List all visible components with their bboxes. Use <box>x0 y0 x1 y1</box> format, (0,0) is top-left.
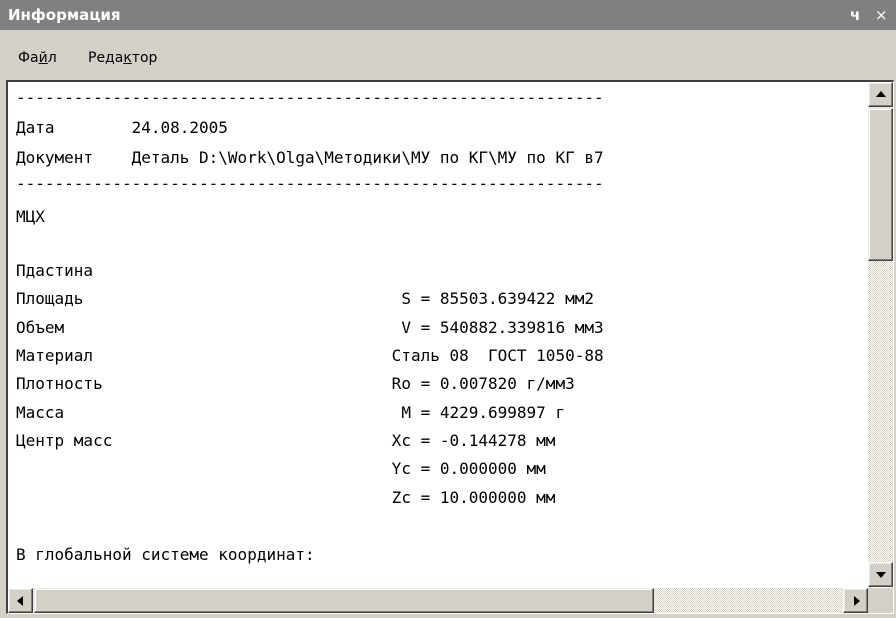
horizontal-scroll-thumb[interactable] <box>34 588 654 613</box>
report-line: Материал Сталь 08 ГОСТ 1050-88 <box>16 346 604 365</box>
horizontal-scrollbar[interactable] <box>8 588 868 613</box>
report-line: Масса M = 4229.699897 г <box>16 403 566 422</box>
menu-edit-label: Реда <box>88 50 124 66</box>
report-line: МЦХ <box>16 207 45 226</box>
scroll-up-button[interactable] <box>868 82 893 107</box>
title-bar: Информация ч × <box>0 0 896 30</box>
arrow-right-icon <box>854 596 860 606</box>
pin-icon[interactable]: ч <box>850 6 860 24</box>
report-line: ----------------------------------------… <box>16 174 604 193</box>
report-line: В глобальной системе координат: <box>16 545 315 564</box>
report-line: Центр масс Xc = -0.144278 мм <box>16 431 556 450</box>
menu-file-label-end: л <box>47 50 57 66</box>
scroll-down-button[interactable] <box>868 562 893 587</box>
menu-bar: Файл Редактор <box>0 34 896 80</box>
report-line: Дата 24.08.2005 <box>16 118 228 137</box>
arrow-left-icon <box>17 596 23 606</box>
report-line: Площадь S = 85503.639422 мм2 <box>16 289 594 308</box>
menu-file-label: Фа <box>18 50 39 66</box>
report-line: Объем V = 540882.339816 мм3 <box>16 318 604 337</box>
scroll-right-button[interactable] <box>843 588 868 613</box>
report-line: Zc = 10.000000 мм <box>16 488 556 507</box>
menu-file[interactable]: Файл <box>18 50 57 66</box>
vertical-scrollbar[interactable] <box>868 82 893 587</box>
vertical-scroll-thumb[interactable] <box>868 108 893 261</box>
scrollbar-corner <box>868 588 893 613</box>
close-icon[interactable]: × <box>875 6 888 24</box>
report-line: Пдастина <box>16 261 94 280</box>
arrow-down-icon <box>876 572 886 578</box>
menu-edit[interactable]: Редактор <box>88 50 157 66</box>
window-title: Информация <box>8 6 121 24</box>
menu-edit-label-end: тор <box>131 50 158 66</box>
menu-edit-accel: к <box>123 50 132 66</box>
report-content[interactable]: ----------------------------------------… <box>8 82 867 587</box>
menu-file-accel: й <box>38 50 48 66</box>
scroll-left-button[interactable] <box>8 588 33 613</box>
report-line: ----------------------------------------… <box>16 88 604 107</box>
info-text-panel[interactable]: ----------------------------------------… <box>6 80 894 614</box>
report-line: Yc = 0.000000 мм <box>16 459 546 478</box>
report-line: Плотность Ro = 0.007820 г/мм3 <box>16 374 575 393</box>
arrow-up-icon <box>876 91 886 97</box>
report-line: Документ Деталь D:\Work\Olga\Методики\МУ… <box>16 148 604 167</box>
